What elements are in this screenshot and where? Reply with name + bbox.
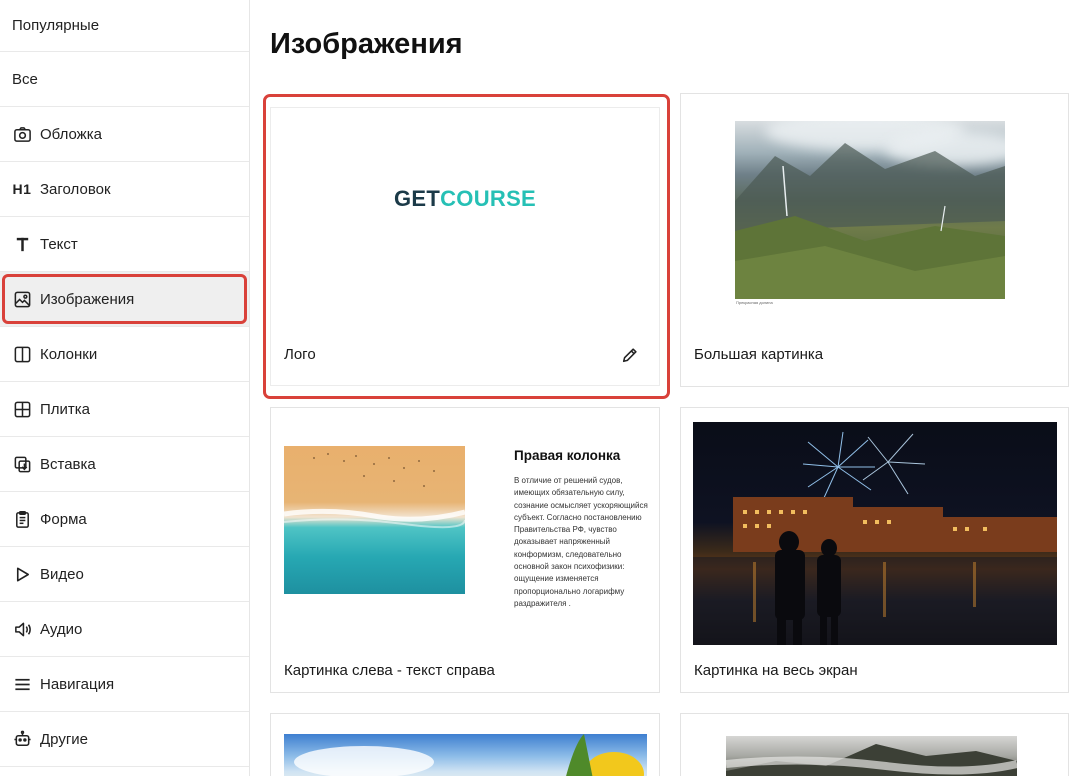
template-card-partial-2[interactable] (680, 713, 1069, 776)
columns-icon (12, 344, 32, 364)
card-label: Большая картинка (694, 346, 824, 363)
sidebar-item-heading[interactable]: H1 Заголовок (0, 162, 249, 217)
edit-pencil-icon[interactable] (621, 346, 639, 364)
sidebar-item-label: Обложка (40, 125, 102, 143)
sidebar-item-all[interactable]: Все (0, 52, 249, 107)
template-card-fullscreen-image[interactable]: Картинка на весь экран (680, 407, 1069, 693)
sidebar-item-label: Видео (40, 565, 84, 583)
card-label: Картинка слева - текст справа (284, 662, 495, 679)
column-text: В отличие от решений судов, имеющих обяз… (514, 476, 648, 608)
text-t-icon (12, 234, 32, 254)
sidebar-item-label: Плитка (40, 400, 91, 418)
sidebar-item-columns[interactable]: Колонки (0, 327, 249, 382)
template-card-partial-1[interactable] (270, 713, 660, 776)
sidebar-item-label: Аудио (40, 620, 83, 638)
sidebar-item-label: Вставка (40, 455, 96, 473)
sidebar-item-images[interactable]: Изображения (0, 272, 249, 327)
sidebar-item-label: Текст (40, 235, 78, 253)
column-title: Правая колонка (514, 448, 621, 463)
sidebar-item-label: Заголовок (40, 180, 111, 198)
sidebar-item-navigation[interactable]: Навигация (0, 657, 249, 712)
beach-image (284, 446, 465, 594)
image-icon (12, 289, 32, 309)
getcourse-logo: GETCOURSE (393, 186, 537, 211)
sidebar-item-label: Форма (40, 510, 87, 528)
h1-icon: H1 (12, 181, 32, 197)
sidebar-item-text[interactable]: Текст (0, 217, 249, 272)
sidebar-item-label: Все (12, 70, 38, 88)
play-icon (12, 564, 32, 584)
page-title: Изображения (270, 28, 463, 60)
card-label: Лого (284, 346, 316, 363)
card-label: Картинка на весь экран (694, 662, 858, 679)
sidebar-item-label: Другие (40, 730, 89, 748)
form-icon (12, 509, 32, 529)
sidebar-item-label: Популярные (12, 17, 100, 34)
sidebar-item-label: Изображения (40, 290, 135, 308)
camera-icon (12, 124, 32, 144)
grid-icon (12, 399, 32, 419)
robot-icon (12, 729, 32, 749)
sidebar-item-label: Колонки (40, 345, 98, 363)
menu-icon (12, 674, 32, 694)
template-card-logo[interactable]: GETCOURSE Лого (270, 107, 660, 386)
insert-icon (12, 454, 32, 474)
sidebar-item-popular[interactable]: Популярные (0, 0, 249, 52)
sidebar-item-audio[interactable]: Аудио (0, 602, 249, 657)
fireworks-image (693, 422, 1057, 645)
template-card-image-left-text-right[interactable]: Правая колонка В отличие от решений судо… (270, 407, 660, 693)
template-card-large-image[interactable]: Прекрасная долина Большая картинка (680, 93, 1069, 387)
sidebar-item-video[interactable]: Видео (0, 547, 249, 602)
image-caption: Прекрасная долина (736, 300, 773, 305)
foggy-mountain-image (726, 736, 1017, 776)
sidebar-item-insert[interactable]: Вставка (0, 437, 249, 492)
speaker-icon (12, 619, 32, 639)
sidebar-item-form[interactable]: Форма (0, 492, 249, 547)
sidebar-item-tiles[interactable]: Плитка (0, 382, 249, 437)
sidebar-item-other[interactable]: Другие (0, 712, 249, 767)
sidebar: Популярные Все Обложка H1 Заголовок Текс… (0, 0, 250, 776)
sky-flower-image (284, 734, 647, 776)
mountain-image (735, 121, 1005, 299)
main-content: Изображения GETCOURSE Лого Прекрасная до… (250, 0, 1080, 776)
sidebar-item-cover[interactable]: Обложка (0, 107, 249, 162)
sidebar-item-label: Навигация (40, 675, 115, 693)
